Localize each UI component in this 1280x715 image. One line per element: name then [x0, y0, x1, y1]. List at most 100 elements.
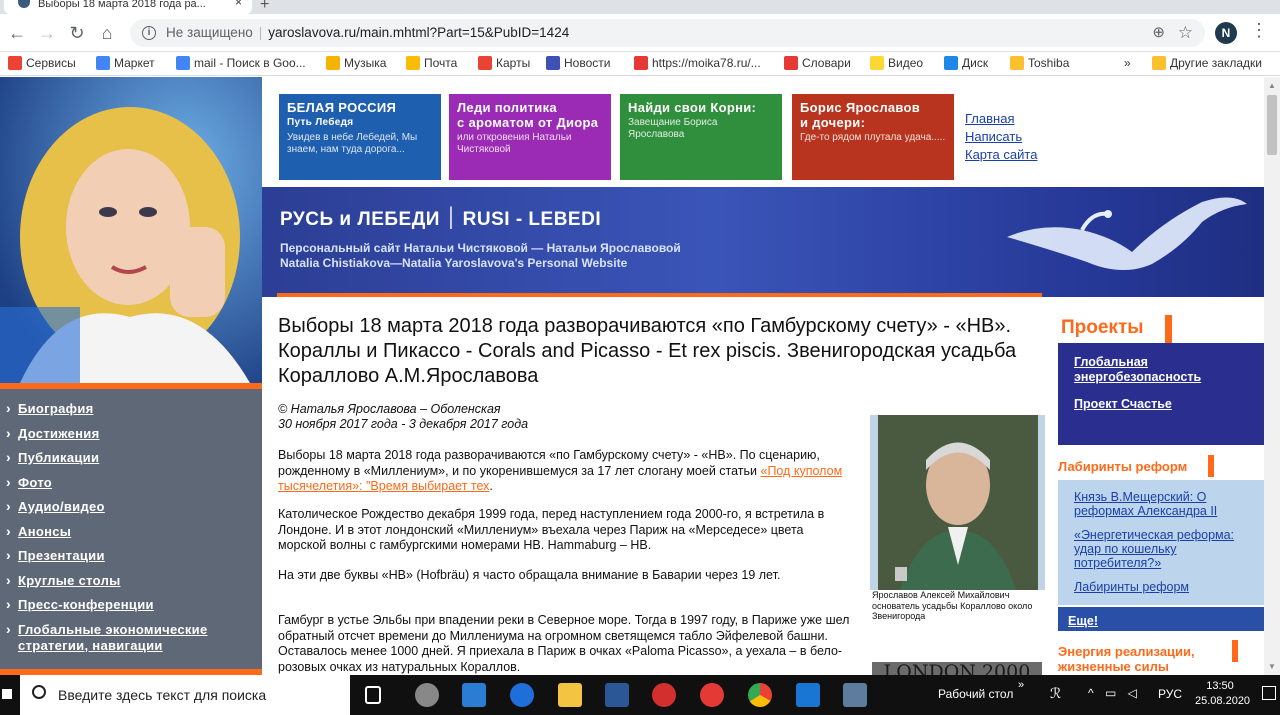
labyrinth-link[interactable]: Лабиринты реформ [1074, 580, 1248, 594]
file-explorer-icon[interactable] [558, 683, 582, 707]
page-scrollbar[interactable]: ▲ ▼ [1264, 77, 1280, 675]
promo-box-boris-yaroslavov[interactable]: Борис Ярославов и дочери: Где-то рядом п… [792, 94, 954, 180]
scrollbar-thumb[interactable] [1267, 95, 1277, 155]
bookmark-disk[interactable]: Диск [944, 56, 988, 70]
task-view-icon[interactable] [365, 686, 381, 704]
nav-achievements[interactable]: Достижения [0, 425, 262, 451]
nav-publications[interactable]: Публикации [0, 449, 262, 475]
orange-marker [1208, 455, 1214, 477]
scroll-up-icon[interactable]: ▲ [1268, 81, 1276, 90]
nav-audio-video[interactable]: Аудио/видео [0, 498, 262, 524]
toolbar-chevron-icon[interactable]: » [1018, 679, 1024, 691]
article-title: Выборы 18 марта 2018 года разворачиваютс… [278, 315, 1017, 387]
bookmark-video[interactable]: Видео [870, 56, 923, 70]
browser-tab[interactable]: Выборы 18 марта 2018 года ра... × [4, 0, 252, 14]
bookmark-moika78[interactable]: https://moika78.ru/... [634, 56, 761, 70]
yandex-browser-icon[interactable] [700, 683, 724, 707]
zoom-icon[interactable]: ⊕ [1152, 19, 1165, 47]
banner-subtitle-en: Natalia Chistiakova—Natalia Yaroslavova'… [280, 256, 628, 270]
tab-strip: Выборы 18 марта 2018 года ра... × + [0, 0, 1280, 14]
nav-biography[interactable]: Биография [0, 400, 262, 426]
edge-icon[interactable] [510, 683, 534, 707]
bookmarks-more-icon[interactable]: » [1124, 56, 1131, 70]
link-sitemap[interactable]: Карта сайта [965, 146, 1037, 164]
bookmark-news[interactable]: Новости [546, 56, 610, 70]
system-tray-icons[interactable]: ^ ▭ ◁ [1088, 686, 1141, 700]
paint-icon[interactable] [843, 683, 867, 707]
article-paragraph: Гамбург в устье Эльбы при впадении реки … [278, 613, 850, 674]
labyrinth-link[interactable]: Князь В.Мещерский: О реформах Александра… [1074, 490, 1248, 518]
nav-global-strategies[interactable]: Глобальные экономические стратегии, нави… [0, 621, 262, 656]
nav-announcements[interactable]: Анонсы [0, 523, 262, 549]
labyrinth-box: Князь В.Мещерский: О реформах Александра… [1058, 480, 1264, 605]
chrome-icon[interactable] [748, 683, 772, 707]
article-paragraph: Католическое Рождество декабря 1999 года… [278, 507, 825, 552]
bookmark-dictionaries[interactable]: Словари [784, 56, 851, 70]
opera-icon[interactable] [652, 683, 676, 707]
swan-image [1007, 197, 1247, 271]
project-link[interactable]: Глобальная энергобезопасность [1074, 355, 1248, 385]
new-tab-button[interactable]: + [260, 0, 269, 14]
energy-header: Энергия реализации, жизненные силы [1058, 644, 1195, 674]
promo-box-find-roots[interactable]: Найди свои Корни: Завещание Бориса Яросл… [620, 94, 782, 180]
other-bookmarks[interactable]: Другие закладки [1152, 56, 1262, 70]
more-link[interactable]: Еще! [1068, 614, 1098, 628]
info-icon[interactable]: i [142, 26, 156, 40]
windows-taskbar: Введите здесь текст для поиска Рабочий с… [0, 675, 1280, 715]
back-arrow-icon[interactable]: ← [6, 22, 28, 44]
clock[interactable]: 13:50 25.08.2020 [1195, 679, 1251, 709]
nav-press-conferences[interactable]: Пресс-конференции [0, 596, 262, 622]
scroll-down-icon[interactable]: ▼ [1268, 662, 1276, 671]
nav-photo[interactable]: Фото [0, 474, 262, 500]
promo-box-lady-politics[interactable]: Леди политика с ароматом от Диора или от… [449, 94, 611, 180]
tab-close-icon[interactable]: × [235, 0, 242, 8]
bookmark-maps[interactable]: Карты [478, 56, 530, 70]
desktop-toolbar-label[interactable]: Рабочий стол [938, 687, 1013, 701]
browser-toolbar: ← → ↻ ⌂ i Не защищено | yaroslavova.ru/mai… [0, 14, 1280, 52]
app-icon-circle[interactable] [415, 683, 439, 707]
language-indicator[interactable]: РУС [1158, 687, 1182, 701]
url-text[interactable]: yaroslavova.ru/main.mhtml?Part=15&PubID=… [268, 25, 569, 40]
article-dates: 30 ноября 2017 года - 3 декабря 2017 год… [278, 417, 529, 431]
bookmark-mail[interactable]: Почта [406, 56, 457, 70]
notifications-icon[interactable] [1262, 686, 1276, 700]
project-link[interactable]: Проект Счастье [1074, 397, 1248, 412]
start-button[interactable] [0, 675, 20, 715]
banner-subtitle-ru: Персональный сайт Натальи Чистяковой — Н… [280, 241, 681, 255]
forward-arrow-icon[interactable]: → [36, 22, 58, 44]
bookmarks-bar: Сервисы Маркет mail - Поиск в Goo... Муз… [0, 52, 1280, 76]
bookmark-star-icon[interactable]: ☆ [1178, 19, 1193, 47]
article-paragraph: Выборы 18 марта 2018 года разворачиваютс… [278, 448, 843, 493]
article-paragraph: На эти две буквы «НВ» (Hofbräu) я часто … [278, 568, 781, 582]
link-write[interactable]: Написать [965, 128, 1037, 146]
nav-presentations[interactable]: Презентации [0, 547, 262, 573]
menu-dots-icon[interactable]: ⋮ [1250, 20, 1268, 41]
clock-date: 25.08.2020 [1195, 695, 1251, 707]
author-portrait-photo [0, 77, 262, 383]
orange-marker [1232, 640, 1238, 662]
left-navigation: Биография Достижения Публикации Фото Ауд… [0, 383, 262, 675]
apps-grid-icon[interactable]: Сервисы [8, 56, 76, 70]
bookmark-mail-search[interactable]: mail - Поиск в Goo... [176, 56, 306, 70]
bookmark-toshiba[interactable]: Toshiba [1010, 56, 1069, 70]
home-icon[interactable]: ⌂ [96, 22, 118, 44]
projects-header: Проекты [1057, 315, 1172, 343]
nav-round-tables[interactable]: Круглые столы [0, 572, 262, 598]
media-player-icon[interactable] [796, 683, 820, 707]
reload-icon[interactable]: ↻ [66, 22, 88, 44]
profile-avatar[interactable]: N [1215, 22, 1237, 44]
promo-box-white-russia[interactable]: БЕЛАЯ РОССИЯ Путь Лебедя Увидев в небе Л… [279, 94, 441, 180]
historical-portrait-image [870, 415, 1045, 590]
people-icon[interactable]: ℛ [1050, 685, 1061, 702]
windows-logo-icon [2, 689, 12, 699]
mail-icon[interactable] [462, 683, 486, 707]
taskbar-search[interactable]: Введите здесь текст для поиска [20, 675, 350, 715]
word-icon[interactable] [605, 683, 629, 707]
bookmark-market[interactable]: Маркет [96, 56, 155, 70]
top-links: Главная Написать Карта сайта [965, 110, 1037, 164]
bookmark-music[interactable]: Музыка [326, 56, 386, 70]
address-bar[interactable]: i Не защищено | yaroslavova.ru/main.mhtml?… [130, 19, 1205, 47]
labyrinth-link[interactable]: «Энергетическая реформа: удар по кошельк… [1074, 528, 1248, 570]
security-label: Не защищено [166, 25, 253, 40]
link-home[interactable]: Главная [965, 110, 1037, 128]
